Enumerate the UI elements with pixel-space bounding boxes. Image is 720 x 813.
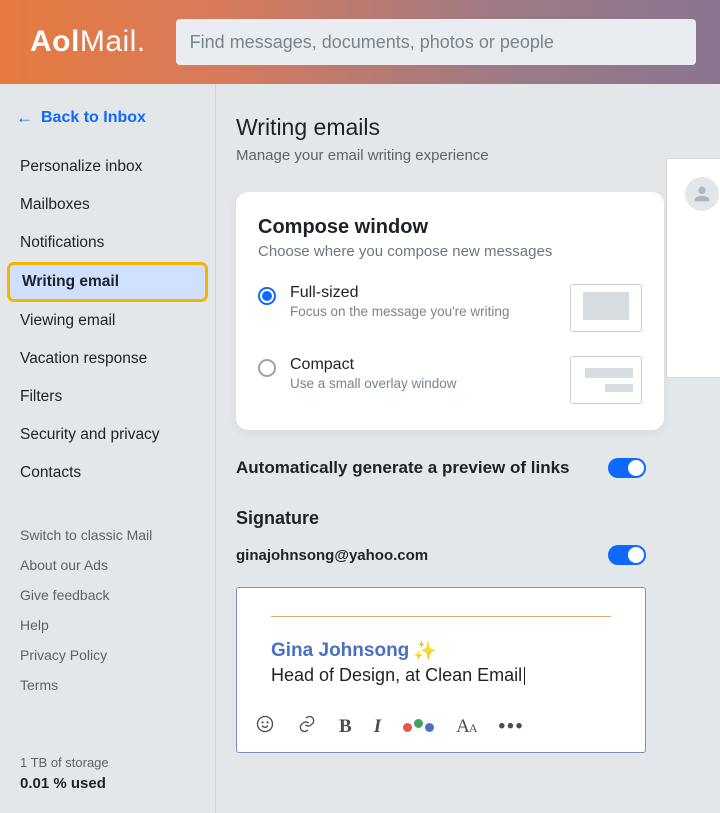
brand-logo: Aol Mail. — [30, 25, 146, 59]
compose-subtitle: Choose where you compose new messages — [258, 243, 642, 260]
signature-name: Gina Johnsong ✨ — [271, 639, 611, 663]
sidebar-item-vacation[interactable]: Vacation response — [0, 340, 215, 378]
radio-compact[interactable] — [258, 359, 276, 377]
divider — [271, 616, 611, 617]
italic-icon[interactable]: I — [374, 716, 381, 738]
option-full-sized[interactable]: Full-sized Focus on the message you're w… — [258, 284, 642, 332]
signature-heading: Signature — [236, 508, 720, 529]
sidebar-item-writing-email[interactable]: Writing email — [0, 262, 215, 302]
option-title: Compact — [290, 356, 457, 374]
search-input[interactable]: Find messages, documents, photos or peop… — [176, 19, 696, 65]
emoji-icon[interactable] — [255, 714, 275, 740]
link-help[interactable]: Help — [0, 610, 215, 640]
option-title: Full-sized — [290, 284, 509, 302]
link-preview-setting: Automatically generate a preview of link… — [236, 458, 646, 478]
link-classic-mail[interactable]: Switch to classic Mail — [0, 520, 215, 550]
signature-toolbar: B I AA ••• — [237, 704, 645, 752]
bold-icon[interactable]: B — [339, 716, 352, 738]
avatar-icon — [685, 177, 719, 211]
link-terms[interactable]: Terms — [0, 670, 215, 700]
color-icon[interactable] — [403, 723, 434, 732]
link-preview-label: Automatically generate a preview of link… — [236, 458, 608, 478]
sidebar-item-mailboxes[interactable]: Mailboxes — [0, 186, 215, 224]
page-subtitle: Manage your email writing experience — [236, 147, 720, 164]
arrow-left-icon: ← — [16, 108, 33, 128]
sidebar-item-filters[interactable]: Filters — [0, 378, 215, 416]
thumb-compact-icon — [570, 356, 642, 404]
font-icon[interactable]: AA — [456, 716, 476, 738]
sidebar-item-viewing-email[interactable]: Viewing email — [0, 302, 215, 340]
link-about-ads[interactable]: About our Ads — [0, 550, 215, 580]
signature-toggle[interactable] — [608, 545, 646, 565]
logo-bold: Aol — [30, 25, 80, 59]
preview-column: Preview — [666, 114, 720, 378]
secondary-links: Switch to classic Mail About our Ads Giv… — [0, 520, 215, 700]
option-compact[interactable]: Compact Use a small overlay window — [258, 356, 642, 404]
signature-editor[interactable]: Gina Johnsong ✨ Head of Design, at Clean… — [236, 587, 646, 753]
storage-info: 1 TB of storage 0.01 % used — [20, 753, 109, 795]
preview-box — [666, 158, 720, 378]
sidebar-active-label: Writing email — [7, 262, 208, 302]
signature-content[interactable]: Gina Johnsong ✨ Head of Design, at Clean… — [237, 588, 645, 704]
compose-window-card: Compose window Choose where you compose … — [236, 192, 664, 430]
link-privacy[interactable]: Privacy Policy — [0, 640, 215, 670]
page-title: Writing emails — [236, 114, 720, 141]
sidebar-item-security[interactable]: Security and privacy — [0, 416, 215, 454]
radio-full-sized[interactable] — [258, 287, 276, 305]
signature-email: ginajohnsong@yahoo.com — [236, 547, 608, 564]
link-feedback[interactable]: Give feedback — [0, 580, 215, 610]
storage-used: 0.01 % used — [20, 773, 109, 796]
compose-title: Compose window — [258, 216, 642, 239]
main-content: Writing emails Manage your email writing… — [216, 84, 720, 813]
more-icon[interactable]: ••• — [499, 716, 525, 738]
back-label: Back to Inbox — [41, 109, 146, 127]
link-preview-toggle[interactable] — [608, 458, 646, 478]
thumb-full-icon — [570, 284, 642, 332]
sidebar-item-personalize[interactable]: Personalize inbox — [0, 148, 215, 186]
storage-total: 1 TB of storage — [20, 753, 109, 773]
option-desc: Use a small overlay window — [290, 376, 457, 391]
sidebar-item-notifications[interactable]: Notifications — [0, 224, 215, 262]
link-icon[interactable] — [297, 714, 317, 740]
back-to-inbox-link[interactable]: ← Back to Inbox — [0, 102, 215, 148]
option-desc: Focus on the message you're writing — [290, 304, 509, 319]
settings-sidebar: ← Back to Inbox Personalize inbox Mailbo… — [0, 84, 216, 813]
signature-role: Head of Design, at Clean Email — [271, 665, 611, 686]
signature-account-row: ginajohnsong@yahoo.com — [236, 545, 646, 565]
app-header: Aol Mail. Find messages, documents, phot… — [0, 0, 720, 84]
preview-label: Preview — [676, 114, 720, 134]
logo-light: Mail. — [80, 25, 146, 59]
sidebar-item-contacts[interactable]: Contacts — [0, 454, 215, 492]
sparkle-icon: ✨ — [413, 639, 437, 663]
